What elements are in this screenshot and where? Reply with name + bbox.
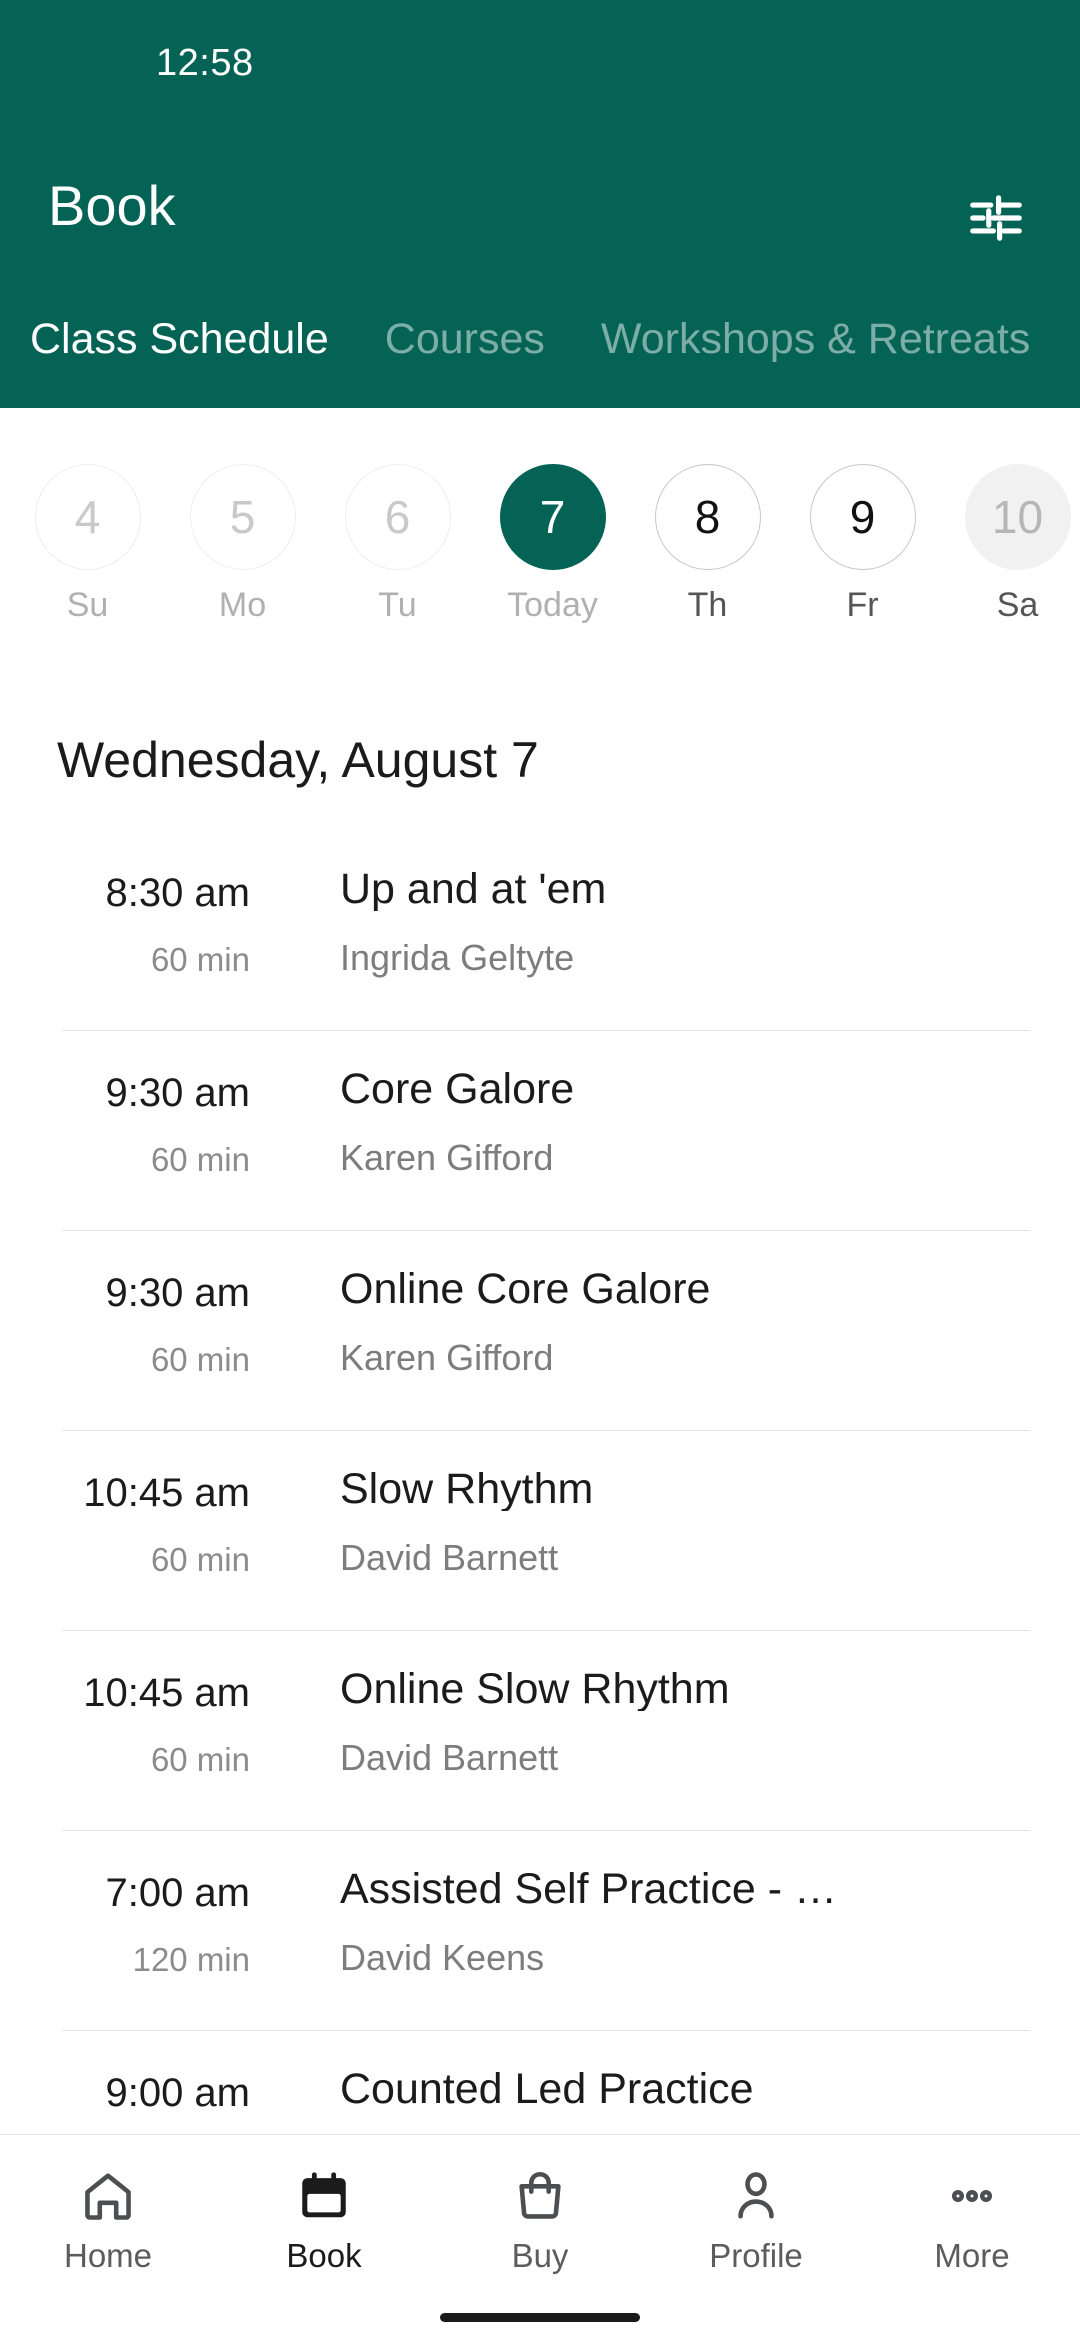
calendar-icon (295, 2165, 353, 2227)
class-list-item[interactable]: 10:45 am 60 min Online Slow Rhythm David… (0, 1630, 1080, 1830)
class-list-item[interactable]: 10:45 am 60 min Slow Rhythm David Barnet… (0, 1430, 1080, 1630)
tab-courses[interactable]: Courses (385, 300, 545, 361)
bag-icon (511, 2165, 569, 2227)
class-teacher: David Barnett (340, 1737, 559, 1778)
class-title: Core Galore (340, 1068, 575, 1111)
class-duration: 60 min (150, 1741, 250, 1778)
nav-label-profile: Profile (709, 2237, 803, 2274)
home-indicator (440, 2313, 640, 2322)
date-cell-6[interactable]: 6 Tu (320, 408, 475, 622)
date-weekday: Fr (846, 586, 879, 624)
status-bar: 12:58 (0, 0, 1080, 108)
class-duration: 120 min (132, 1941, 250, 1978)
date-number: 5 (189, 464, 296, 570)
class-teacher: Ingrida Geltyte (340, 937, 575, 978)
class-time: 7:00 am (105, 1871, 250, 1915)
date-cell-10[interactable]: 10 Sa (940, 408, 1080, 622)
class-time: 9:30 am (105, 1271, 250, 1315)
date-number: 10 (964, 464, 1071, 570)
date-weekday: Su (66, 586, 109, 624)
class-teacher: Karen Gifford (340, 1337, 554, 1378)
class-title: Slow Rhythm (340, 1468, 594, 1511)
status-bar-clock: 12:58 (156, 42, 254, 84)
class-list[interactable]: 8:30 am 60 min Up and at 'em Ingrida Gel… (0, 830, 1080, 2135)
bottom-navigation-bar: Home Book Buy Profile More (0, 2134, 1080, 2340)
class-time: 9:30 am (105, 1071, 250, 1115)
date-weekday: Sa (996, 586, 1039, 624)
date-number: 7 (499, 464, 606, 570)
date-cell-5[interactable]: 5 Mo (165, 408, 320, 622)
class-time: 10:45 am (83, 1471, 250, 1515)
date-weekday: Today (507, 586, 598, 624)
nav-label-book: Book (286, 2237, 362, 2274)
class-teacher: Karen Gifford (340, 1137, 554, 1178)
date-cell-9[interactable]: 9 Fr (785, 408, 940, 622)
date-cell-4[interactable]: 4 Su (10, 408, 165, 622)
class-time: 8:30 am (105, 871, 250, 915)
nav-item-buy[interactable]: Buy (432, 2135, 648, 2272)
person-icon (727, 2165, 785, 2227)
tune-sliders-icon (970, 195, 1022, 241)
ellipsis-icon (943, 2165, 1001, 2227)
class-teacher: David Barnett (340, 1537, 559, 1578)
date-selector-strip[interactable]: 4 Su 5 Mo 6 Tu 7 Today 8 Th 9 Fr 10 Sa (0, 408, 1080, 663)
tab-bar: Class Schedule Courses Workshops & Retre… (0, 300, 1080, 408)
app-header: 12:58 Book Class Schedule Courses Worksh… (0, 0, 1080, 408)
class-list-item[interactable]: 9:30 am 60 min Core Galore Karen Gifford (0, 1030, 1080, 1230)
date-weekday: Tu (378, 586, 417, 624)
class-title: Online Slow Rhythm (340, 1668, 730, 1711)
nav-item-book[interactable]: Book (216, 2135, 432, 2272)
home-icon (79, 2165, 137, 2227)
class-title: Counted Led Practice (340, 2068, 754, 2111)
nav-label-more: More (934, 2237, 1010, 2274)
class-title: Assisted Self Practice - … (340, 1868, 838, 1911)
date-number: 8 (654, 464, 761, 570)
schedule-date-heading: Wednesday, August 7 (57, 732, 539, 788)
class-duration: 60 min (150, 941, 250, 978)
date-number: 9 (809, 464, 916, 570)
class-duration: 60 min (150, 1141, 250, 1178)
class-list-item[interactable]: 9:30 am 60 min Online Core Galore Karen … (0, 1230, 1080, 1430)
nav-item-profile[interactable]: Profile (648, 2135, 864, 2272)
class-title: Online Core Galore (340, 1268, 711, 1311)
class-teacher: David Keens (340, 1937, 545, 1978)
date-cell-8[interactable]: 8 Th (630, 408, 785, 622)
nav-label-buy: Buy (511, 2237, 569, 2274)
class-list-item[interactable]: 7:00 am 120 min Assisted Self Practice -… (0, 1830, 1080, 2030)
class-time: 9:00 am (105, 2071, 250, 2115)
nav-label-home: Home (63, 2237, 153, 2274)
page-title: Book (48, 174, 176, 237)
class-duration: 60 min (150, 1541, 250, 1578)
class-list-item[interactable]: 9:00 am Counted Led Practice (0, 2030, 1080, 2135)
class-time: 10:45 am (83, 1671, 250, 1715)
nav-item-more[interactable]: More (864, 2135, 1080, 2272)
tab-workshops-retreats[interactable]: Workshops & Retreats (601, 300, 1030, 361)
date-weekday: Mo (218, 586, 267, 624)
class-list-item[interactable]: 8:30 am 60 min Up and at 'em Ingrida Gel… (0, 830, 1080, 1030)
nav-item-home[interactable]: Home (0, 2135, 216, 2272)
class-title: Up and at 'em (340, 868, 607, 911)
date-weekday: Th (687, 586, 728, 624)
filter-button[interactable] (948, 170, 1044, 266)
title-bar: Book (0, 108, 1080, 288)
class-duration: 60 min (150, 1341, 250, 1378)
tab-class-schedule[interactable]: Class Schedule (30, 300, 329, 361)
date-number: 6 (344, 464, 451, 570)
date-cell-7-selected[interactable]: 7 Today (475, 408, 630, 622)
date-number: 4 (34, 464, 141, 570)
